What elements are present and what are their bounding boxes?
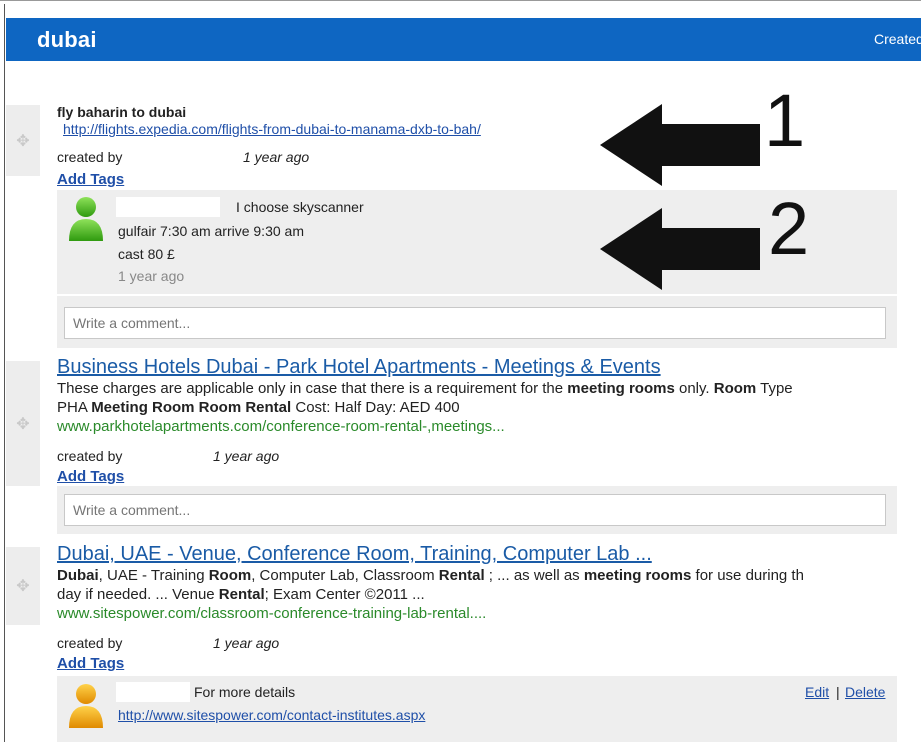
- result-display-url: www.sitespower.com/classroom-conference-…: [57, 605, 487, 622]
- add-tags-link[interactable]: Add Tags: [57, 655, 124, 672]
- description-text: ; Exam Center ©2011 ...: [264, 586, 425, 603]
- comment-text: gulfair 7:30 am arrive 9:30 am: [118, 223, 304, 239]
- user-avatar-icon: [69, 684, 103, 728]
- page-title: dubai: [37, 27, 97, 52]
- result-title-link[interactable]: Business Hotels Dubai - Park Hotel Apart…: [57, 356, 919, 379]
- result-description: These charges are applicable only in cas…: [57, 379, 919, 398]
- highlighted-term: Dubai: [57, 567, 99, 584]
- description-text: for use during th: [691, 567, 804, 584]
- add-tags-link[interactable]: Add Tags: [57, 171, 124, 188]
- highlighted-term: Room: [208, 567, 252, 584]
- description-text: , Computer Lab, Classroom: [251, 567, 439, 584]
- created-by-row: created by 1 year ago: [57, 448, 279, 464]
- highlighted-term: meeting rooms: [567, 380, 675, 397]
- highlighted-term: Meeting Room Room Rental: [91, 399, 292, 416]
- user-avatar-icon: [69, 197, 103, 241]
- highlighted-term: Rental: [438, 567, 485, 584]
- created-link[interactable]: Created: [874, 31, 921, 47]
- description-text: ; ... as well as: [484, 567, 584, 584]
- result-display-url: www.parkhotelapartments.com/conference-r…: [57, 418, 505, 435]
- description-text: Type: [756, 380, 793, 397]
- result-title-link[interactable]: Dubai, UAE - Venue, Conference Room, Tra…: [57, 543, 919, 566]
- comment-input[interactable]: [64, 494, 886, 526]
- result-description: Dubai, UAE - Training Room, Computer Lab…: [57, 566, 919, 585]
- move-icon: ✥: [16, 415, 30, 433]
- annotation-number: 1: [764, 79, 806, 162]
- delete-comment-link[interactable]: Delete: [845, 684, 885, 700]
- created-time: 1 year ago: [213, 448, 280, 464]
- highlighted-term: meeting rooms: [583, 567, 692, 584]
- description-text: only.: [674, 380, 714, 397]
- action-separator: |: [836, 684, 840, 700]
- created-by-row: created by 1 year ago: [57, 149, 309, 165]
- description-text: , UAE - Training: [98, 567, 209, 584]
- drag-handle[interactable]: ✥: [6, 105, 40, 176]
- search-result-item: Business Hotels Dubai - Park Hotel Apart…: [57, 356, 919, 435]
- created-time: 1 year ago: [243, 149, 310, 165]
- created-by-label: created by: [57, 149, 123, 165]
- created-by-label: created by: [57, 448, 123, 464]
- drag-handle[interactable]: ✥: [6, 547, 40, 625]
- created-time: 1 year ago: [213, 635, 280, 651]
- move-icon: ✥: [16, 578, 30, 595]
- description-text: These charges are applicable only in cas…: [57, 380, 568, 397]
- comment-text: I choose skyscanner: [236, 199, 364, 215]
- annotation-number: 2: [768, 187, 810, 270]
- window-border: [4, 4, 5, 742]
- comment-text: cast 80 £: [118, 246, 175, 262]
- created-by-label: created by: [57, 635, 123, 651]
- search-result-item: Dubai, UAE - Venue, Conference Room, Tra…: [57, 543, 919, 622]
- drag-handle[interactable]: ✥: [6, 361, 40, 486]
- highlighted-term: Rental: [218, 586, 265, 603]
- result-description: PHA Meeting Room Room Rental Cost: Half …: [57, 398, 919, 417]
- page-header: dubai Created: [6, 18, 921, 61]
- highlighted-term: Room: [713, 380, 757, 397]
- result-description: day if needed. ... Venue Rental; Exam Ce…: [57, 585, 919, 604]
- add-tags-link[interactable]: Add Tags: [57, 468, 124, 485]
- description-text: day if needed. ... Venue: [57, 586, 219, 603]
- created-by-row: created by 1 year ago: [57, 635, 279, 651]
- commenter-name: [116, 682, 190, 702]
- move-icon: ✥: [16, 132, 30, 150]
- edit-comment-link[interactable]: Edit: [805, 684, 829, 700]
- commenter-name: [116, 197, 220, 217]
- comment-input[interactable]: [64, 307, 886, 339]
- annotation-arrow-icon: [600, 104, 760, 186]
- description-text: Cost: Half Day: AED 400: [291, 399, 460, 416]
- annotation-arrow-icon: [600, 208, 760, 290]
- description-text: PHA: [57, 399, 92, 416]
- comment-link[interactable]: http://www.sitespower.com/contact-instit…: [118, 707, 425, 723]
- window-frame: [0, 0, 921, 5]
- comment-text: For more details: [194, 684, 296, 700]
- comment-time: 1 year ago: [118, 268, 185, 284]
